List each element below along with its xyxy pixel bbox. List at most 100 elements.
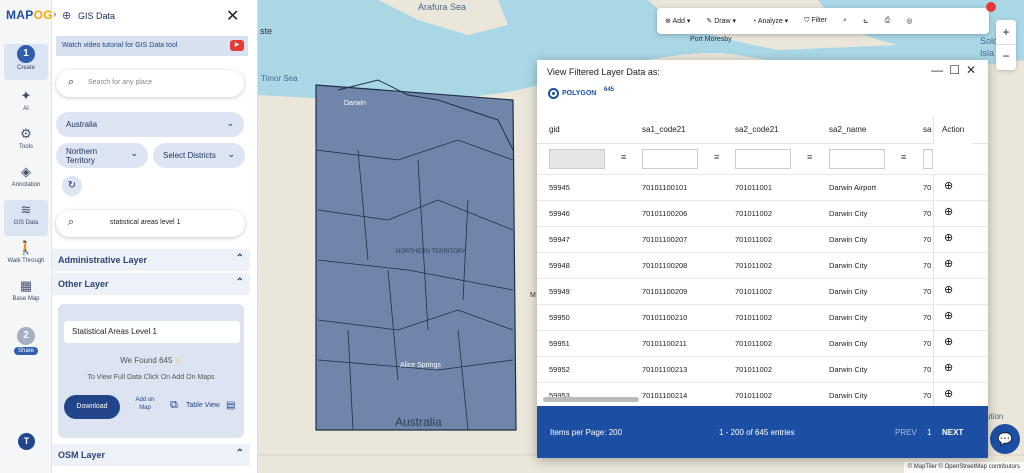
table-view-button[interactable]: Table View <box>186 402 220 409</box>
layer-name-field[interactable]: Statistical Areas Level 1 <box>64 321 240 343</box>
zoom-out-icon[interactable]: − <box>996 45 1016 69</box>
analyze-label: Analyze <box>757 18 783 25</box>
video-tutorial-banner[interactable]: Watch video tutorial for GIS Data tool ▶ <box>56 36 248 56</box>
minimize-icon[interactable]: — <box>931 63 949 77</box>
next-button[interactable]: NEXT <box>942 428 963 437</box>
country-select[interactable]: Australia ⌄ <box>56 112 244 137</box>
zoom-to-feature-icon[interactable]: ⊕ <box>944 257 953 270</box>
close-icon[interactable]: ✕ <box>226 6 239 26</box>
add-button[interactable]: ⊕ Add ▾ <box>657 17 698 25</box>
analyze-button[interactable]: ◔ Analyze ▾ <box>744 17 796 25</box>
action-cell: ⊕ <box>933 253 973 278</box>
table-cell: Darwin City <box>829 391 868 400</box>
table-icon[interactable]: ▤ <box>226 400 235 411</box>
items-per-page[interactable]: Items per Page: 200 <box>550 428 622 437</box>
chevron-right-icon[interactable]: › <box>53 9 56 20</box>
filter-input[interactable] <box>829 149 885 169</box>
place-search-input[interactable]: ⌕ Search for any place <box>56 70 244 97</box>
table-cell: 70 <box>923 183 932 192</box>
mapog-logo[interactable]: MAPOG <box>6 8 53 22</box>
filter-input[interactable] <box>642 149 698 169</box>
zoom-to-feature-icon[interactable]: ⊕ <box>944 205 953 218</box>
filter-icon[interactable]: ≡ <box>714 152 719 162</box>
star-icon: ☆ <box>174 356 182 365</box>
column-header[interactable]: sa2_code21 <box>735 125 779 134</box>
zoom-to-feature-icon[interactable]: ⊕ <box>944 179 953 192</box>
table-row: 59947 70101100207 701011002 Darwin City 70 ⊕ <box>537 226 988 252</box>
districts-select[interactable]: Select Districts ⌄ <box>153 143 245 168</box>
print-button[interactable]: ⎙ <box>877 17 899 25</box>
user-avatar[interactable]: T <box>18 433 35 450</box>
filter-button[interactable]: ⛉ Filter <box>796 17 835 25</box>
state-select[interactable]: Northern Territory ⌄ <box>56 143 148 168</box>
filtered-layer-popup: View Filtered Layer Data as: —☐✕ POLYGON… <box>537 60 988 458</box>
table-footer: Items per Page: 200 1 - 200 of 645 entri… <box>537 406 988 458</box>
add-layer-icon[interactable]: ⧉ <box>170 399 178 412</box>
rail-annotation[interactable]: ◈ Annotation <box>4 162 48 198</box>
filter-input[interactable] <box>923 149 933 169</box>
table-cell: 70 <box>923 391 932 400</box>
zoom-in-icon[interactable]: + <box>996 20 1016 45</box>
rail-gis-data[interactable]: ≋ GIS Data <box>4 200 48 236</box>
rail-tools[interactable]: ⚙ Tools <box>4 124 48 160</box>
youtube-icon[interactable]: ▶ <box>230 40 244 51</box>
draw-button[interactable]: ✎ Draw ▾ <box>698 17 744 25</box>
found-count-text: We Found 645 ☆ <box>58 356 244 365</box>
filter-input[interactable] <box>549 149 605 169</box>
rail-create[interactable]: 1 Create <box>4 44 48 80</box>
found-label: We Found <box>120 356 157 365</box>
chat-icon[interactable]: 💬 <box>990 424 1020 454</box>
refresh-icon[interactable]: ↻ <box>62 176 82 196</box>
other-layer-title: Other Layer <box>58 279 109 289</box>
administrative-layer-section[interactable]: Administrative Layer ⌃ <box>52 249 250 271</box>
table-cell: 70 <box>923 261 932 270</box>
column-header[interactable]: sa <box>923 125 931 134</box>
zoom-to-feature-icon[interactable]: ⊕ <box>944 335 953 348</box>
pen-icon: ✎ <box>706 18 713 25</box>
column-header[interactable]: gid <box>549 125 560 134</box>
table-cell: 701011002 <box>735 339 772 348</box>
filter-input[interactable] <box>735 149 791 169</box>
layer-search-input[interactable]: ⌕ statistical areas level 1 <box>56 210 245 237</box>
zoom-to-feature-icon[interactable]: ⊕ <box>944 309 953 322</box>
table-cell: 701011002 <box>735 261 772 270</box>
chevron-down-icon: ⌄ <box>226 118 234 128</box>
table-cell: 70 <box>923 235 932 244</box>
search-map-button[interactable]: ⌕ <box>835 17 855 25</box>
zoom-to-feature-icon[interactable]: ⊕ <box>944 387 953 400</box>
column-header[interactable]: sa2_name <box>829 125 866 134</box>
map-label: ste <box>260 26 273 36</box>
other-layer-section[interactable]: Other Layer ⌃ <box>52 273 250 295</box>
table-row: 59952 70101100213 701011002 Darwin City 70 ⊕ <box>537 356 988 382</box>
map-label: ution <box>986 412 1004 421</box>
zoom-to-feature-icon[interactable]: ⊕ <box>944 361 953 374</box>
rail-walk-through[interactable]: 🚶 Walk Through <box>4 238 48 274</box>
filter-icon[interactable]: ≡ <box>807 152 812 162</box>
rail-ai[interactable]: ✦ AI <box>4 86 48 122</box>
close-icon[interactable]: ✕ <box>966 63 982 77</box>
maximize-icon[interactable]: ☐ <box>949 63 966 77</box>
table-cell: Darwin City <box>829 313 868 322</box>
measure-button[interactable]: ⊾ <box>855 17 877 25</box>
zoom-to-feature-icon[interactable]: ⊕ <box>944 283 953 296</box>
rail-gis-data-label: GIS Data <box>13 220 39 226</box>
horizontal-scrollbar[interactable] <box>543 397 639 402</box>
table-cell: 701011002 <box>735 209 772 218</box>
download-button[interactable]: Download <box>64 395 120 419</box>
zoom-to-feature-icon[interactable]: ⊕ <box>944 231 953 244</box>
tutorial-text: Watch video tutorial for GIS Data tool <box>62 42 178 49</box>
add-on-map-button[interactable]: Add on Map <box>130 396 160 412</box>
osm-layer-section[interactable]: OSM Layer ⌃ <box>52 444 250 466</box>
filter-icon[interactable]: ≡ <box>621 152 626 162</box>
polygon-radio[interactable] <box>548 88 559 99</box>
rail-share[interactable]: 2 Share <box>4 326 48 362</box>
locate-button[interactable]: ◎ <box>898 17 920 25</box>
table-cell: Darwin City <box>829 235 868 244</box>
search-icon: ⌕ <box>68 76 75 88</box>
filter-icon[interactable]: ≡ <box>901 152 906 162</box>
rail-base-map[interactable]: ▦ Base Map <box>4 276 48 312</box>
table-cell: 70101100211 <box>642 339 687 348</box>
column-header[interactable]: sa1_code21 <box>642 125 686 134</box>
data-table: gid sa1_code21 sa2_code21 sa2_name sa Ac… <box>537 116 988 406</box>
prev-button[interactable]: PREV <box>895 428 917 437</box>
